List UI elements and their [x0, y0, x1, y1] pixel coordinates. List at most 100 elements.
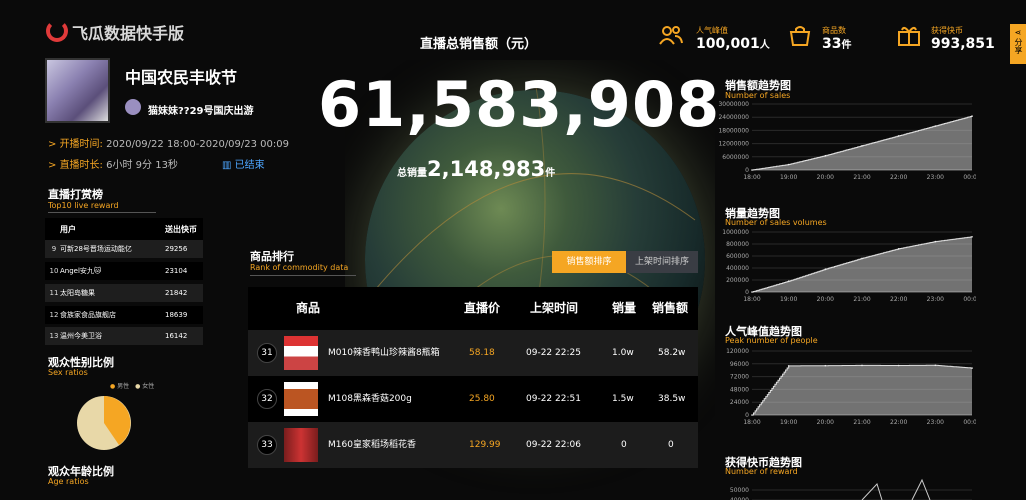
- y-tick-label: 12000000: [718, 141, 749, 148]
- reward-row: 13 温州今美卫浴 16142: [45, 327, 203, 345]
- data-point: [897, 364, 900, 367]
- reward-rank: 11: [49, 289, 59, 297]
- y-tick-label: 50000: [730, 487, 749, 494]
- x-tick-label: 23:00: [927, 419, 944, 426]
- x-tick-label: 19:00: [780, 174, 797, 181]
- data-point: [934, 364, 937, 367]
- tab-sales-sort[interactable]: 销售额排序: [552, 251, 626, 273]
- product-thumbnail: [284, 336, 318, 370]
- page-title: 直播总销售额（元）: [420, 37, 538, 52]
- y-tick-label: 48000: [730, 386, 749, 393]
- rank-badge: 33: [257, 435, 277, 455]
- reward-rank: 13: [49, 332, 59, 340]
- x-tick-label: 20:00: [817, 419, 834, 426]
- product-time: 09-22 22:51: [526, 394, 581, 404]
- reward-title: 直播打赏榜: [48, 188, 103, 201]
- gift-icon: [898, 26, 920, 46]
- kpi-coins-value: 993,851: [931, 36, 995, 52]
- share-button[interactable]: ⋖ 分享: [1010, 24, 1026, 64]
- table-row[interactable]: 31 M010辣香鸭山珍辣酱8瓶箱 58.18 09-22 22:25 1.0w…: [248, 330, 698, 376]
- product-volume: 1.5w: [612, 394, 634, 404]
- data-point: [787, 280, 790, 282]
- series-area: [752, 365, 972, 415]
- reward-user: 食族家食品旗舰店: [60, 311, 116, 319]
- ranking-title: 商品排行: [250, 250, 294, 263]
- start-value: 2020/09/22 18:00-2020/09/23 00:09: [106, 139, 290, 150]
- data-point: [824, 268, 827, 270]
- table-row[interactable]: 32 M108黑森香菇200g 25.80 09-22 22:51 1.5w 3…: [248, 376, 698, 422]
- kpi-coins-label: 获得快币: [931, 26, 963, 35]
- kpi-peak-unit: 人: [759, 40, 770, 51]
- product-time: 09-22 22:06: [526, 440, 581, 450]
- duration-value: 6小时 9分 13秒: [106, 160, 178, 171]
- rank-badge: 32: [257, 389, 277, 409]
- data-point: [824, 364, 827, 367]
- start-label: 开播时间:: [59, 139, 103, 150]
- product-amount: 38.5w: [658, 394, 686, 404]
- reward-trend-subtitle: Number of reward: [725, 467, 798, 476]
- start-icon: >: [48, 139, 60, 150]
- data-point: [751, 169, 753, 171]
- reward-rank: 9: [51, 245, 57, 253]
- col-time: 上架时间: [530, 301, 579, 315]
- reward-coins: 23104: [165, 267, 188, 275]
- total-volume-unit: 件: [545, 168, 556, 179]
- data-point: [897, 248, 900, 250]
- reward-col-coins: 送出快币: [165, 225, 197, 234]
- legend-female: 女性: [142, 383, 155, 390]
- streamer-small-avatar: [125, 99, 141, 115]
- reward-row: 9 可新28号晋场运动能亿 29256: [45, 240, 203, 258]
- reward-user: 太阳岛糖果: [60, 289, 95, 297]
- volume-trend-chart: 0 200000 400000 600000 800000 1000000 18:00 19:…: [722, 229, 976, 303]
- product-volume: 1.0w: [612, 348, 634, 358]
- kpi-products-unit: 件: [841, 40, 852, 51]
- legend-female-dot: ●: [135, 383, 141, 390]
- x-tick-label: 22:00: [890, 174, 907, 181]
- product-thumbnail: [284, 428, 318, 462]
- share-label: 分享: [1014, 38, 1023, 54]
- total-volume-value: 2,148,983: [427, 157, 546, 181]
- y-tick-label: 400000: [726, 265, 749, 272]
- peak-trend-subtitle: Peak number of people: [725, 336, 818, 345]
- peak-trend-chart: 0 24000 48000 72000 96000 120000 18:00 19:00 20:…: [726, 348, 976, 426]
- y-tick-label: 30000000: [718, 101, 749, 108]
- product-name: M010辣香鸭山珍辣酱8瓶箱: [328, 348, 440, 358]
- streamer-name[interactable]: 猫妹妹??29号国庆出游: [148, 102, 254, 117]
- product-name: M108黑森香菇200g: [328, 394, 412, 404]
- data-point: [861, 364, 863, 367]
- x-tick-label: 22:00: [890, 296, 907, 303]
- data-point: [971, 367, 973, 369]
- data-point: [897, 135, 900, 137]
- data-point: [971, 115, 973, 117]
- y-tick-label: 0: [745, 167, 749, 174]
- x-tick-label: 23:00: [927, 296, 944, 303]
- commodity-table: 商品 直播价 上架时间 销量 销售额 31 M010辣香鸭山珍辣酱8瓶箱 58.…: [248, 287, 698, 470]
- data-point: [787, 365, 790, 367]
- series-area: [752, 236, 972, 292]
- table-row[interactable]: 33 M160皇家稻场稻花香 129.99 09-22 22:06 0 0: [248, 422, 698, 468]
- reward-divider: [48, 212, 156, 213]
- y-tick-label: 0: [745, 412, 749, 419]
- data-point: [934, 240, 937, 243]
- tab-time-sort[interactable]: 上架时间排序: [626, 251, 698, 273]
- reward-row: 12 食族家食品旗舰店 18639: [45, 306, 203, 324]
- y-tick-label: 200000: [726, 277, 749, 284]
- people-icon: [659, 26, 683, 45]
- age-subtitle: Age ratios: [48, 477, 89, 486]
- x-tick-label: 19:00: [780, 419, 797, 426]
- y-tick-label: 24000000: [718, 114, 749, 121]
- x-tick-label: 00:00: [963, 174, 976, 181]
- data-point: [934, 125, 937, 127]
- reward-user: 可新28号晋场运动能亿: [60, 245, 132, 253]
- gender-subtitle: Sex ratios: [48, 368, 88, 377]
- y-tick-label: 96000: [730, 361, 749, 368]
- total-volume-label: 总销量: [397, 168, 427, 179]
- share-icon: ⋖: [1014, 28, 1022, 37]
- product-price: 129.99: [469, 440, 501, 450]
- kpi-products-value: 33: [822, 36, 842, 52]
- x-tick-label: 18:00: [743, 296, 760, 303]
- x-tick-label: 18:00: [743, 419, 760, 426]
- y-tick-label: 72000: [730, 374, 749, 381]
- bag-icon: [789, 26, 811, 46]
- reward-header: 用户 送出快币: [45, 218, 203, 240]
